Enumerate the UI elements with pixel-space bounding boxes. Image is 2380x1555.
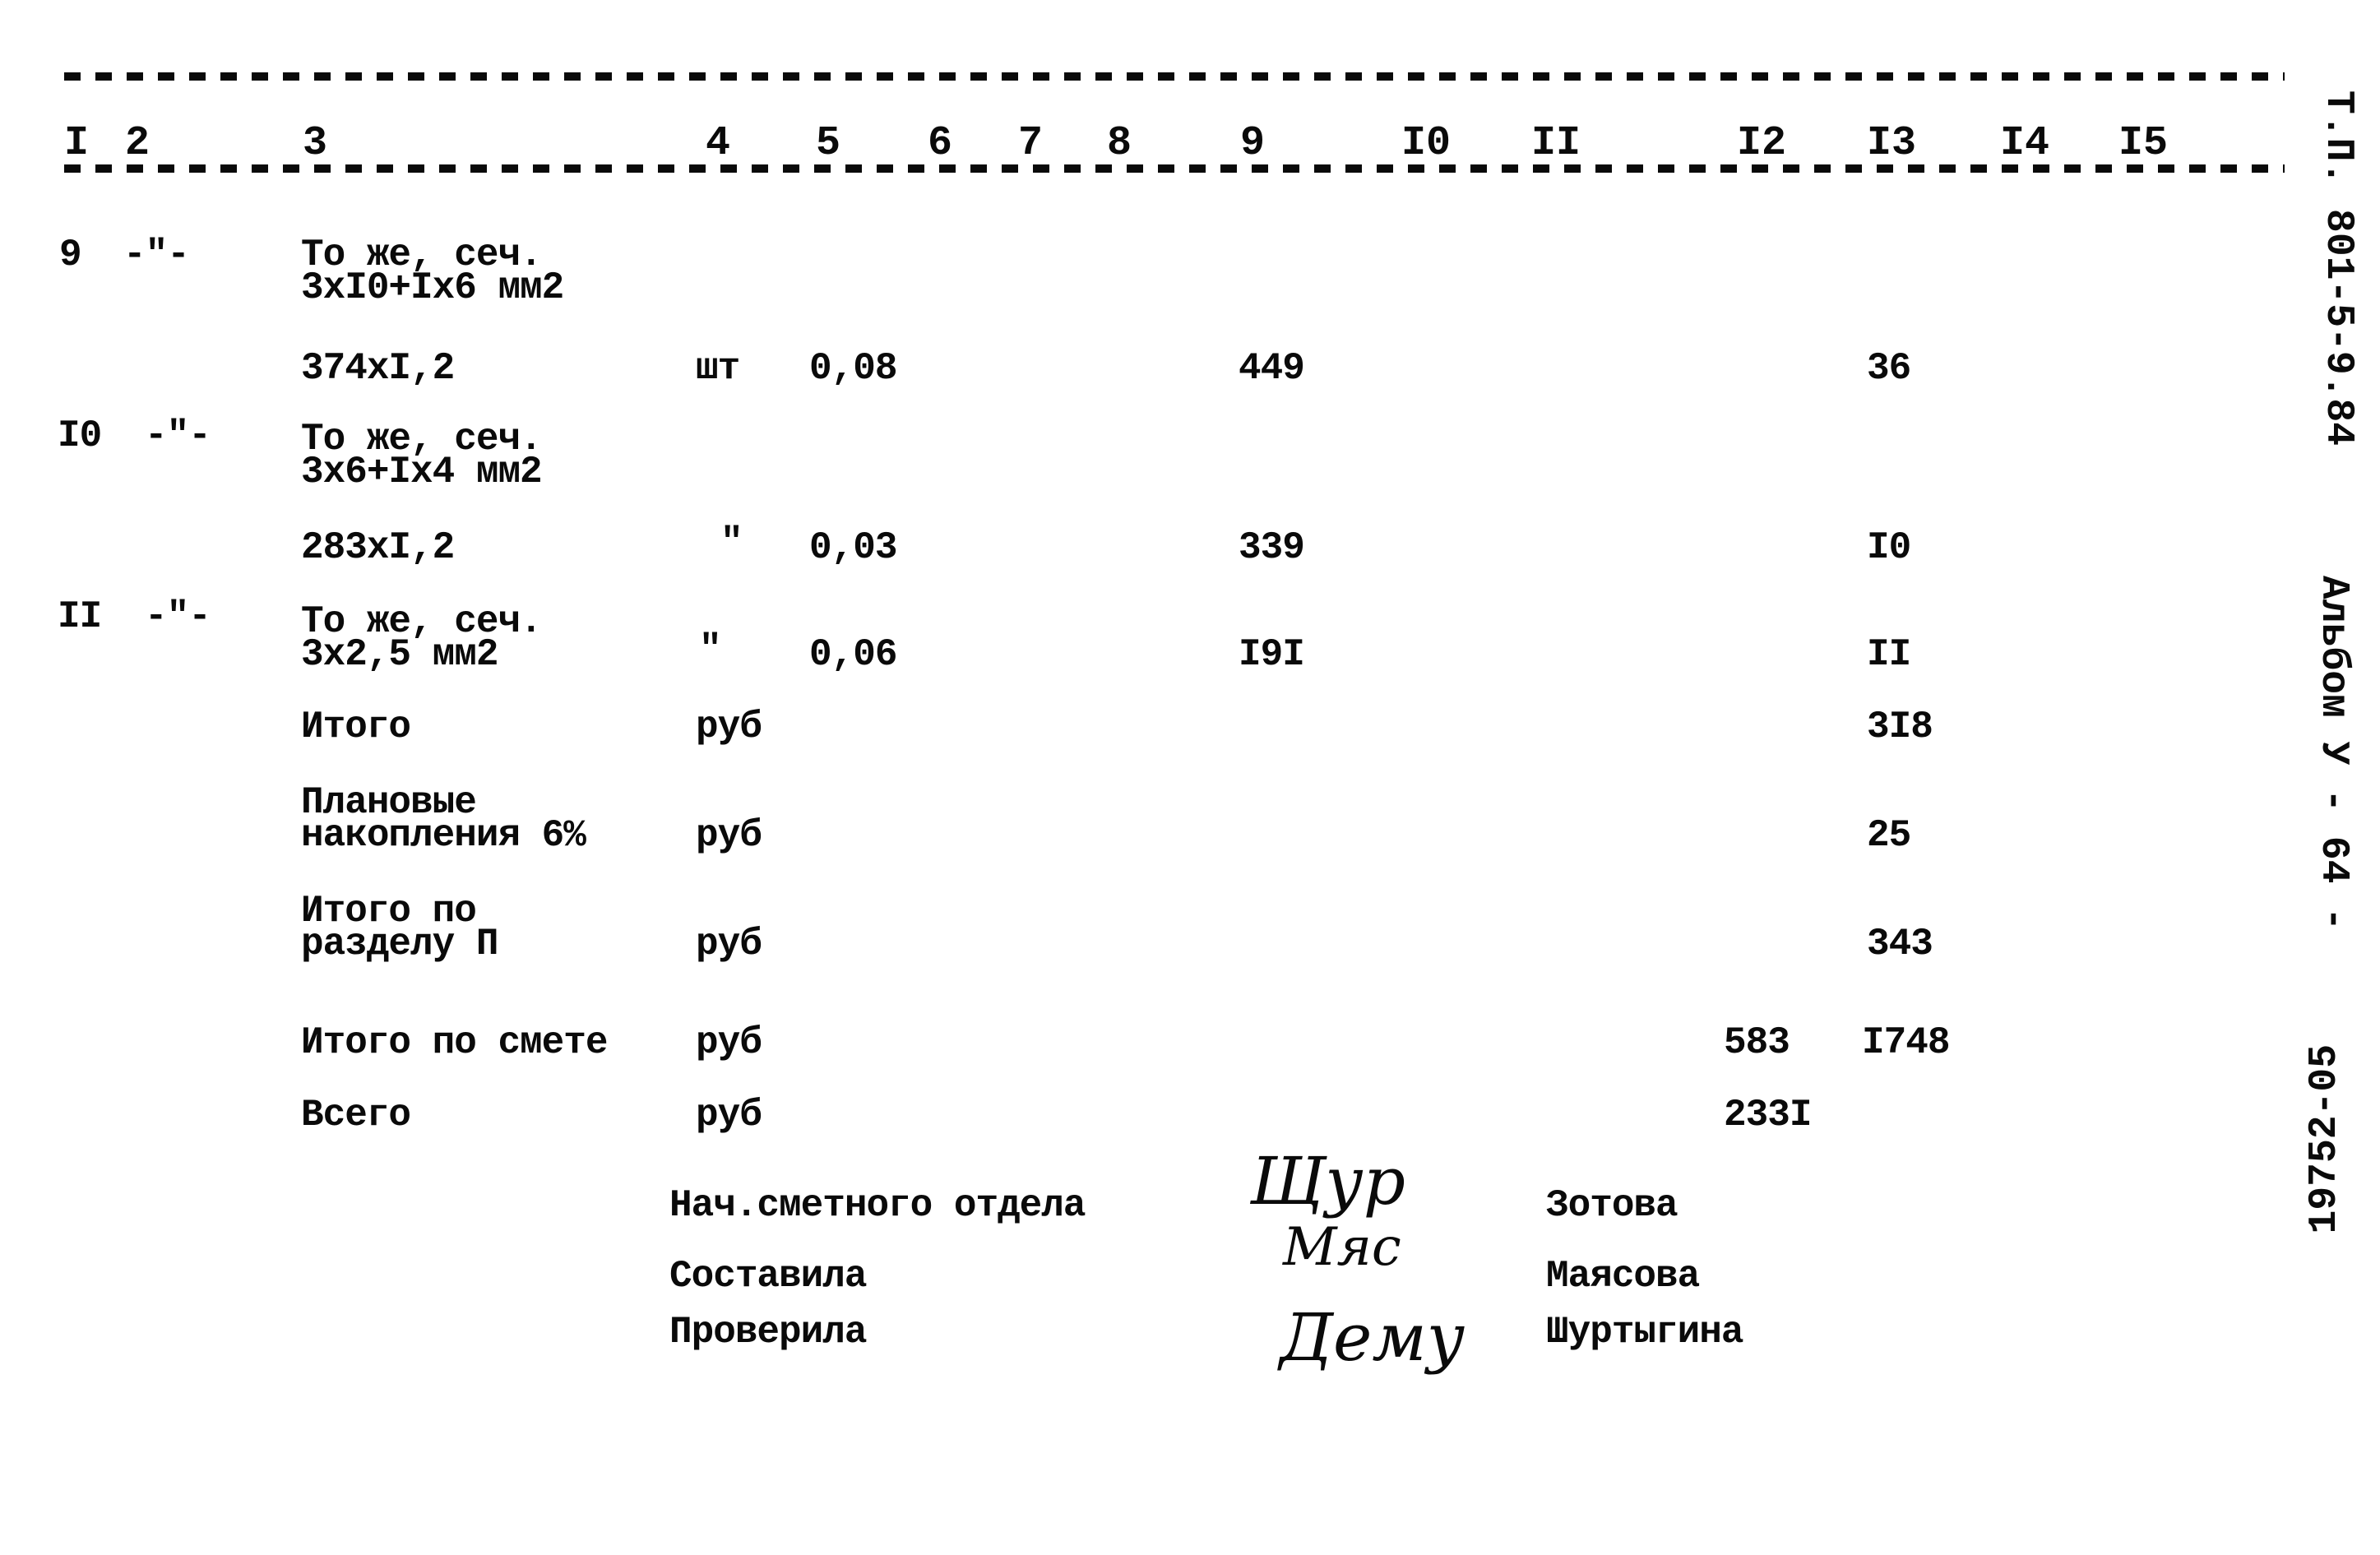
signatory-name: Зотова	[1546, 1184, 1679, 1227]
ditto-mark: -"-	[123, 234, 190, 276]
col12-value: 583	[1724, 1021, 1790, 1064]
signatory-name: Шуртыгина	[1546, 1311, 1743, 1354]
unit: "	[720, 521, 743, 564]
item-description: То же, сеч. 3хI0+Iх6 мм2	[301, 234, 564, 309]
quantity: 0,08	[809, 347, 897, 390]
col-num-4: 4	[706, 120, 731, 167]
col13-value: 36	[1867, 347, 1911, 390]
col-num-12: I2	[1737, 120, 1787, 167]
col-num-1: I	[64, 120, 90, 167]
planned-savings-label: Плановые накопления 6%	[301, 781, 586, 857]
col-num-13: I3	[1867, 120, 1917, 167]
col9-value: I9I	[1239, 633, 1305, 676]
quantity: 0,06	[809, 633, 897, 676]
ditto-mark: -"-	[145, 595, 211, 638]
col-num-7: 7	[1018, 120, 1044, 167]
col-num-8: 8	[1107, 120, 1132, 167]
col9-value: 449	[1239, 347, 1305, 390]
ditto-mark: -"-	[145, 414, 211, 457]
col13-value: II	[1867, 633, 1911, 676]
unit: шт	[696, 347, 740, 390]
header-underline-rule	[64, 164, 2285, 173]
top-dashed-rule	[64, 72, 2285, 81]
unit: "	[699, 628, 722, 671]
col-num-11: II	[1531, 120, 1581, 167]
col-num-15: I5	[2118, 120, 2169, 167]
item-description: То же, сеч. 3х2,5 мм2	[301, 600, 543, 676]
item-number: I0	[58, 414, 102, 457]
signature-handwriting: Щур	[1250, 1143, 1405, 1219]
col-num-10: I0	[1401, 120, 1452, 167]
col-num-2: 2	[125, 120, 150, 167]
signature-handwriting: Дему	[1280, 1299, 1466, 1376]
col-num-9: 9	[1240, 120, 1266, 167]
col13-value: 25	[1867, 814, 1911, 857]
col13-value: 343	[1867, 923, 1933, 965]
unit: руб	[696, 1021, 762, 1064]
col-num-3: 3	[303, 120, 328, 167]
signature-handwriting: Мяс	[1283, 1217, 1401, 1278]
grand-total-label: Всего	[301, 1094, 411, 1136]
item-description: То же, сеч. 3х6+Iх4 мм2	[301, 418, 543, 493]
col-num-14: I4	[2000, 120, 2050, 167]
unit: руб	[696, 814, 762, 857]
estimate-total-label: Итого по смете	[301, 1021, 608, 1064]
quantity: 0,03	[809, 526, 897, 569]
item-number: II	[58, 595, 102, 638]
col13-value: I0	[1867, 526, 1911, 569]
unit: руб	[696, 923, 762, 965]
item-description: 374хI,2	[301, 347, 455, 390]
signature-role: Нач.сметного отдела	[669, 1184, 1086, 1227]
col12-value: 233I	[1724, 1094, 1812, 1136]
col-num-5: 5	[816, 120, 841, 167]
signature-role: Составила	[669, 1255, 867, 1298]
unit: руб	[696, 706, 762, 748]
section-total-label: Итого по разделу П	[301, 890, 498, 965]
subtotal-label: Итого	[301, 706, 411, 748]
col-num-6: 6	[928, 120, 953, 167]
document-code: Т.П. 801-5-9.84	[2316, 90, 2360, 447]
col9-value: 339	[1239, 526, 1305, 569]
item-number: 9	[59, 234, 82, 276]
album-number: Альбом У - 64 -	[2311, 576, 2355, 932]
col13-value: 3I8	[1867, 706, 1933, 748]
col13-value: I748	[1862, 1021, 1950, 1064]
inventory-number: 19752-05	[2303, 1044, 2347, 1234]
signature-role: Проверила	[669, 1311, 867, 1354]
signatory-name: Маясова	[1546, 1255, 1700, 1298]
unit: руб	[696, 1094, 762, 1136]
item-description: 283хI,2	[301, 526, 455, 569]
